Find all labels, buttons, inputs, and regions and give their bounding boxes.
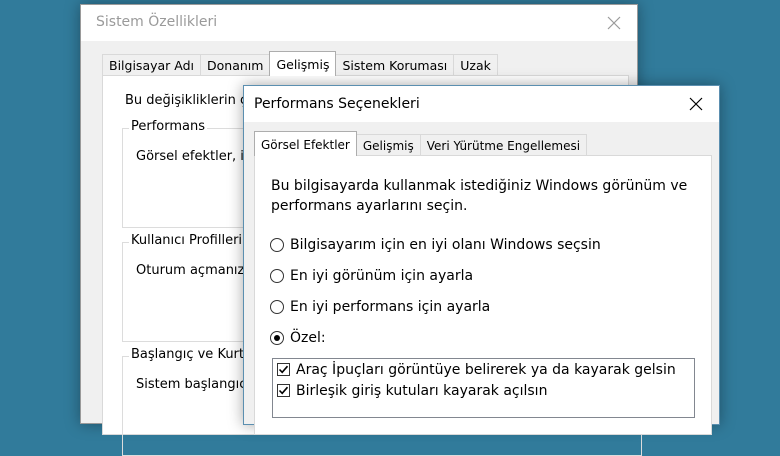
performance-options-titlebar: Performans Seçenekleri xyxy=(244,86,719,122)
radio-let-windows-choose[interactable]: Bilgisayarım için en iyi olanı Windows s… xyxy=(270,237,601,253)
list-item-label: Araç İpuçları görüntüye belirerek ya da … xyxy=(296,361,676,378)
close-icon[interactable] xyxy=(603,12,625,34)
radio-best-performance[interactable]: En iyi performans için ayarla xyxy=(270,299,490,315)
visual-effects-list[interactable]: Araç İpuçları görüntüye belirerek ya da … xyxy=(272,358,695,418)
tab-remote[interactable]: Uzak xyxy=(453,54,498,76)
user-profiles-group-label: Kullanıcı Profilleri xyxy=(129,233,245,248)
close-icon[interactable] xyxy=(685,93,707,115)
system-properties-title: Sistem Özellikleri xyxy=(96,14,218,30)
checkmark-icon xyxy=(278,386,289,395)
system-properties-tabs: Bilgisayar Adı Donanım Gelişmiş Sistem K… xyxy=(102,51,498,76)
radio-custom[interactable]: Özel: xyxy=(270,330,326,346)
radio-label: Bilgisayarım için en iyi olanı Windows s… xyxy=(290,237,601,253)
tab-advanced[interactable]: Gelişmiş xyxy=(355,134,421,156)
radio-label: En iyi görünüm için ayarla xyxy=(290,268,474,284)
radio-button[interactable] xyxy=(270,269,284,283)
radio-button-selected[interactable] xyxy=(270,331,284,345)
tab-system-protection[interactable]: Sistem Koruması xyxy=(335,54,455,76)
advanced-intro-text: Bu değişikliklerin ço xyxy=(125,93,256,108)
performance-group-label: Performans xyxy=(129,119,208,134)
startup-recovery-group-label: Başlangıç ve Kurtar xyxy=(129,347,260,362)
list-item[interactable]: Birleşik giriş kutuları kayarak açılsın xyxy=(273,380,694,401)
checkbox[interactable] xyxy=(277,363,290,376)
startup-recovery-group-text: Sistem başlangıcı, xyxy=(136,377,255,392)
checkmark-icon xyxy=(278,365,289,374)
tab-hardware[interactable]: Donanım xyxy=(200,54,271,76)
radio-label: Özel: xyxy=(290,330,326,346)
radio-button[interactable] xyxy=(270,300,284,314)
checkbox[interactable] xyxy=(277,384,290,397)
user-profiles-group-text: Oturum açmanızla xyxy=(136,263,256,278)
visual-effects-panel: Bu bilgisayarda kullanmak istediğiniz Wi… xyxy=(254,155,712,435)
radio-label: En iyi performans için ayarla xyxy=(290,299,491,315)
tab-computer-name[interactable]: Bilgisayar Adı xyxy=(102,54,202,76)
list-item[interactable]: Araç İpuçları görüntüye belirerek ya da … xyxy=(273,359,694,380)
tab-data-execution-prevention[interactable]: Veri Yürütme Engellemesi xyxy=(419,134,588,156)
performance-options-tabs: Görsel Efektler Gelişmiş Veri Yürütme En… xyxy=(254,131,588,156)
system-properties-titlebar: Sistem Özellikleri xyxy=(81,5,637,41)
radio-best-appearance[interactable]: En iyi görünüm için ayarla xyxy=(270,268,473,284)
visual-effects-intro: Bu bilgisayarda kullanmak istediğiniz Wi… xyxy=(271,178,688,214)
tab-visual-effects[interactable]: Görsel Efektler xyxy=(254,131,357,156)
list-item-label: Birleşik giriş kutuları kayarak açılsın xyxy=(296,382,548,399)
performance-options-title: Performans Seçenekleri xyxy=(254,96,420,112)
radio-button[interactable] xyxy=(270,238,284,252)
performance-options-dialog: Performans Seçenekleri Görsel Efektler G… xyxy=(243,85,720,435)
tab-advanced[interactable]: Gelişmiş xyxy=(269,51,337,76)
